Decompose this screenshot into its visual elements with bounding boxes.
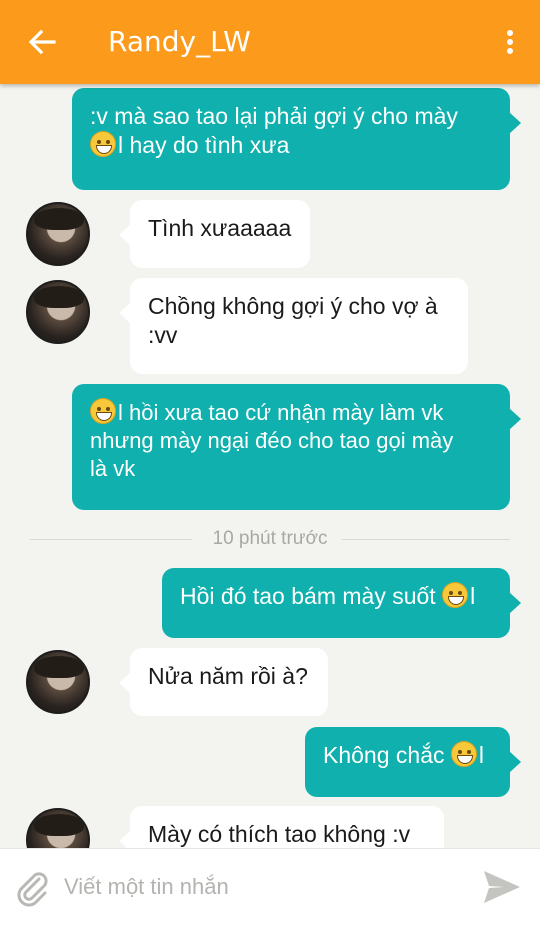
message-input[interactable]: [64, 869, 454, 905]
message-text: :vv: [148, 322, 178, 348]
message-text: nhưng mày ngại đéo cho tao gọi mày: [90, 428, 454, 453]
message-list[interactable]: :v mà sao tao lại phải gợi ý cho mày l h…: [0, 84, 540, 848]
grinning-emoji-icon: [450, 741, 477, 767]
contact-avatar[interactable]: [26, 280, 90, 344]
message-text: l hay do tình xưa: [118, 132, 290, 158]
message-text: Mày có thích tao không :v: [148, 821, 411, 847]
send-button[interactable]: [480, 867, 524, 907]
message-bubble-outgoing[interactable]: Không chắc l: [305, 727, 521, 797]
message-bubble-incoming[interactable]: Nửa năm rồi à?: [119, 648, 328, 716]
message-text: Hồi đó tao bám mày suốt: [180, 583, 443, 609]
grinning-emoji-icon: [442, 582, 469, 608]
attach-button[interactable]: [12, 867, 52, 907]
message-bubble-outgoing[interactable]: l hồi xưa tao cứ nhận mày làm vk nhưng m…: [72, 384, 521, 510]
message-bubble-incoming[interactable]: Mày có thích tao không :v: [119, 806, 444, 848]
send-icon: [484, 871, 520, 903]
time-divider: 10 phút trước: [30, 528, 510, 550]
message-bubble-incoming[interactable]: Chồng không gợi ý cho vợ à :vv: [119, 278, 468, 374]
contact-avatar[interactable]: [26, 808, 90, 848]
message-bubble-outgoing[interactable]: :v mà sao tao lại phải gợi ý cho mày l h…: [72, 88, 521, 190]
more-options-button[interactable]: [502, 26, 518, 58]
grinning-emoji-icon: [90, 131, 116, 157]
message-text: l hồi xưa tao cứ nhận mày làm vk: [118, 400, 444, 425]
contact-avatar[interactable]: [26, 202, 90, 266]
paperclip-icon: [17, 872, 48, 907]
message-text: l: [478, 742, 484, 768]
more-vertical-icon: [507, 30, 513, 36]
timestamp-label: 10 phút trước: [212, 528, 328, 549]
chat-title: Randy_LW: [108, 25, 251, 58]
message-text: là vk: [90, 456, 136, 481]
app-header: Randy_LW: [0, 0, 540, 84]
message-bubble-incoming[interactable]: Tình xưaaaaa: [119, 200, 310, 268]
message-composer: [0, 848, 540, 925]
message-text: Chồng không gợi ý cho vợ à: [148, 293, 438, 319]
message-bubble-outgoing[interactable]: Hồi đó tao bám mày suốt l: [162, 568, 521, 638]
back-button[interactable]: [22, 24, 62, 60]
message-text: :v mà sao tao lại phải gợi ý cho mày: [90, 103, 458, 129]
arrow-left-icon: [28, 29, 56, 55]
grinning-emoji-icon: [90, 398, 116, 424]
message-text: Không chắc: [323, 742, 451, 768]
contact-avatar[interactable]: [26, 650, 90, 714]
message-text: l: [470, 583, 476, 609]
message-text: Tình xưaaaaa: [148, 215, 292, 241]
message-text: Nửa năm rồi à?: [148, 663, 308, 689]
